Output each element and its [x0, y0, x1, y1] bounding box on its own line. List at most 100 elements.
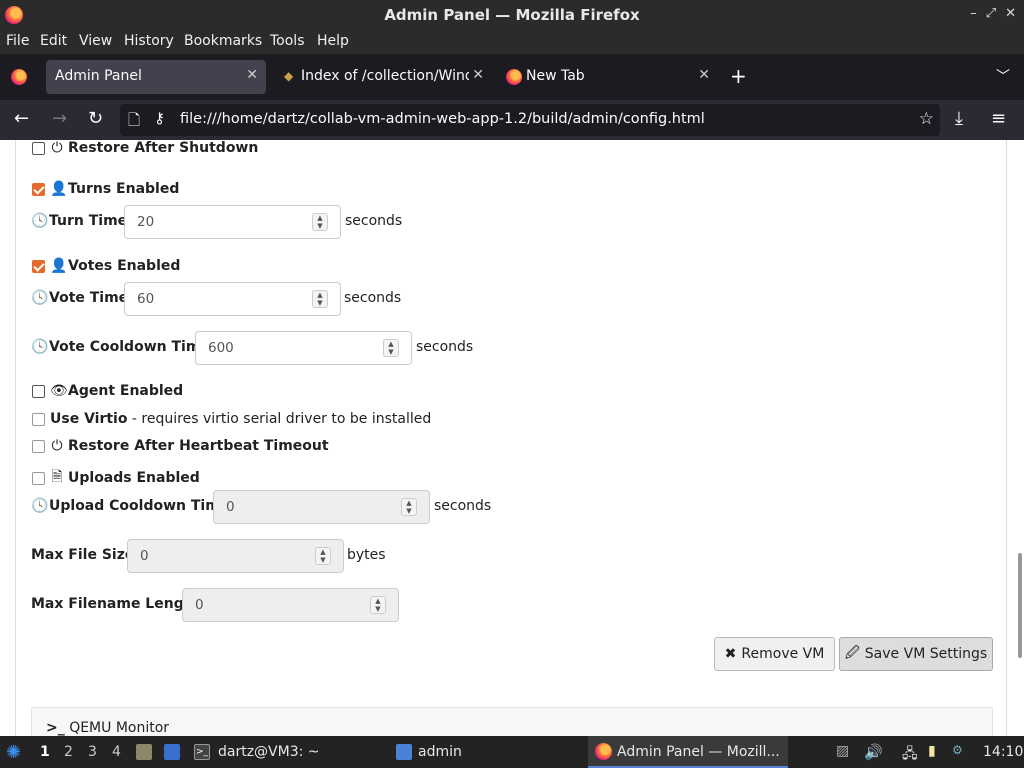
taskbar-clock[interactable]: 14:10 — [983, 744, 1023, 760]
turn-time-label-row: 🕓 Turn Time: — [31, 213, 133, 229]
menu-tools[interactable]: Tools — [270, 33, 305, 49]
url-bar[interactable]: 🗋 ⚷ file:///home/dartz/collab-vm-admin-w… — [120, 104, 940, 136]
files-launcher-icon[interactable] — [136, 744, 152, 760]
back-arrow-icon[interactable]: ← — [14, 108, 29, 129]
firefox-view-icon[interactable] — [11, 69, 27, 85]
taskbar: ✺ 1 2 3 4 >_ dartz@VM3: ~ admin Admin Pa… — [0, 736, 1024, 768]
max-file-size-input[interactable]: 0 ▲ ▼ — [127, 539, 344, 573]
clipboard-icon[interactable]: ▨ — [836, 743, 849, 759]
taskbar-firefox: Admin Panel — Mozill... — [617, 744, 780, 760]
upload-cooldown-input[interactable]: 0 ▲ ▼ — [213, 490, 430, 524]
vote-cooldown-unit: seconds — [416, 339, 474, 355]
uploads-enabled-label: Uploads Enabled — [68, 470, 200, 486]
turns-enabled-row: 👤 Turns Enabled — [32, 181, 179, 197]
workspace-4[interactable]: 4 — [112, 744, 121, 760]
upload-cooldown-label: Upload Cooldown Time: — [49, 498, 235, 514]
list-all-tabs-chevron-icon[interactable]: ﹀ — [996, 66, 1010, 86]
tab-close-icon[interactable]: ✕ — [472, 67, 484, 83]
clock-icon: 🕓 — [31, 498, 49, 514]
max-filename-length-value: 0 — [195, 597, 204, 613]
menu-history[interactable]: History — [124, 33, 174, 49]
volume-icon[interactable]: 🔊 — [864, 743, 883, 761]
network-icon[interactable]: 🖧 — [902, 743, 918, 767]
taskbar-folder[interactable]: admin — [418, 744, 462, 760]
upload-cooldown-label-row: 🕓 Upload Cooldown Time: — [31, 498, 235, 514]
tab-new-tab[interactable]: New Tab ✕ — [498, 60, 718, 94]
vote-cooldown-input[interactable]: 600 ▲ ▼ — [195, 331, 412, 365]
menu-edit[interactable]: Edit — [40, 33, 67, 49]
workspace-3[interactable]: 3 — [88, 744, 97, 760]
turn-time-value: 20 — [137, 214, 155, 230]
workspace-1[interactable]: 1 — [40, 744, 50, 760]
spinner-icon[interactable]: ▲ ▼ — [312, 290, 328, 308]
max-filename-length-input[interactable]: 0 ▲ ▼ — [182, 588, 399, 622]
start-menu-icon[interactable]: ✺ — [6, 742, 21, 763]
hamburger-menu-icon[interactable]: ≡ — [991, 108, 1006, 129]
tab-admin-panel[interactable]: Admin Panel ✕ — [46, 60, 266, 94]
notification-icon[interactable]: ⚙ — [952, 743, 963, 757]
restore-heartbeat-row: ⏻ Restore After Heartbeat Timeout — [32, 438, 329, 454]
window-title: Admin Panel — Mozilla Firefox — [384, 6, 640, 24]
reload-icon[interactable]: ↻ — [88, 108, 103, 129]
window-titlebar: Admin Panel — Mozilla Firefox – ⤢ ✕ — [0, 0, 1024, 30]
max-filename-length-label: Max Filename Length: — [31, 596, 206, 612]
spinner-icon[interactable]: ▲ ▼ — [383, 339, 399, 357]
taskbar-firefox-active[interactable]: Admin Panel — Mozill... — [588, 736, 788, 768]
uploads-enabled-checkbox[interactable] — [32, 471, 45, 485]
firefox-task-icon — [595, 743, 612, 760]
forward-arrow-icon[interactable]: → — [52, 108, 67, 129]
scrollbar-thumb[interactable] — [1018, 553, 1022, 658]
downloads-icon[interactable]: ⤓ — [955, 108, 963, 129]
tab-close-icon[interactable]: ✕ — [698, 67, 710, 83]
notes-icon[interactable]: ▮ — [928, 743, 936, 759]
votes-enabled-checkbox[interactable] — [32, 259, 45, 273]
spinner-icon[interactable]: ▲ ▼ — [315, 547, 331, 565]
clock-icon: 🕓 — [31, 339, 49, 355]
clock-icon: 🕓 — [31, 290, 49, 306]
menu-help[interactable]: Help — [317, 33, 349, 49]
max-file-size-value: 0 — [140, 548, 149, 564]
permissions-key-icon[interactable]: ⚷ — [154, 109, 165, 127]
turn-time-label: Turn Time: — [49, 213, 133, 229]
close-icon[interactable]: ✕ — [1005, 6, 1016, 21]
taskbar-terminal[interactable]: dartz@VM3: ~ — [218, 744, 320, 760]
page-content: ⏻ Restore After Shutdown 👤 Turns Enabled… — [0, 140, 1024, 736]
turn-time-input[interactable]: 20 ▲ ▼ — [124, 205, 341, 239]
qemu-monitor-panel[interactable]: >_ QEMU Monitor — [31, 707, 993, 736]
remove-vm-button[interactable]: ✖ Remove VM — [714, 637, 835, 671]
agent-enabled-checkbox[interactable] — [32, 384, 45, 398]
vote-time-value: 60 — [137, 291, 155, 307]
restore-after-shutdown-checkbox[interactable] — [32, 141, 45, 155]
vote-time-input[interactable]: 60 ▲ ▼ — [124, 282, 341, 316]
spinner-icon[interactable]: ▲ ▼ — [312, 213, 328, 231]
tab-label: New Tab — [526, 68, 585, 84]
restore-icon[interactable]: ⤢ — [986, 6, 996, 21]
vote-time-unit: seconds — [344, 290, 402, 306]
save-vm-settings-label: Save VM Settings — [864, 646, 988, 662]
bookmark-star-icon[interactable]: ☆ — [919, 109, 934, 129]
page-info-icon[interactable]: 🗋 — [128, 110, 140, 135]
desktop-icon[interactable] — [164, 744, 180, 760]
workspace-2[interactable]: 2 — [64, 744, 73, 760]
spinner-icon[interactable]: ▲ ▼ — [401, 498, 417, 516]
spinner-icon[interactable]: ▲ ▼ — [370, 596, 386, 614]
terminal-icon: >_ — [194, 744, 210, 760]
page-scrollbar[interactable] — [1016, 140, 1024, 736]
minimize-icon[interactable]: – — [970, 6, 977, 21]
menu-file[interactable]: File — [6, 33, 29, 49]
tab-label: Admin Panel — [55, 68, 142, 84]
user-icon: 👤 — [50, 258, 68, 274]
turns-enabled-checkbox[interactable] — [32, 182, 45, 196]
use-virtio-checkbox[interactable] — [32, 412, 45, 426]
new-tab-plus-icon[interactable]: + — [730, 64, 747, 88]
tab-index-collection[interactable]: ◆ Index of /collection/Windo ✕ — [274, 60, 492, 94]
edit-save-icon: 🖉 — [844, 645, 860, 661]
tab-close-icon[interactable]: ✕ — [246, 67, 258, 83]
menu-view[interactable]: View — [79, 33, 112, 49]
menu-bookmarks[interactable]: Bookmarks — [184, 33, 262, 49]
page-icon: ◆ — [284, 69, 294, 83]
restore-heartbeat-checkbox[interactable] — [32, 439, 45, 453]
url-text[interactable]: file:///home/dartz/collab-vm-admin-web-a… — [180, 111, 705, 127]
save-vm-settings-button[interactable]: 🖉 Save VM Settings — [839, 637, 993, 671]
vote-cooldown-value: 600 — [208, 340, 234, 356]
